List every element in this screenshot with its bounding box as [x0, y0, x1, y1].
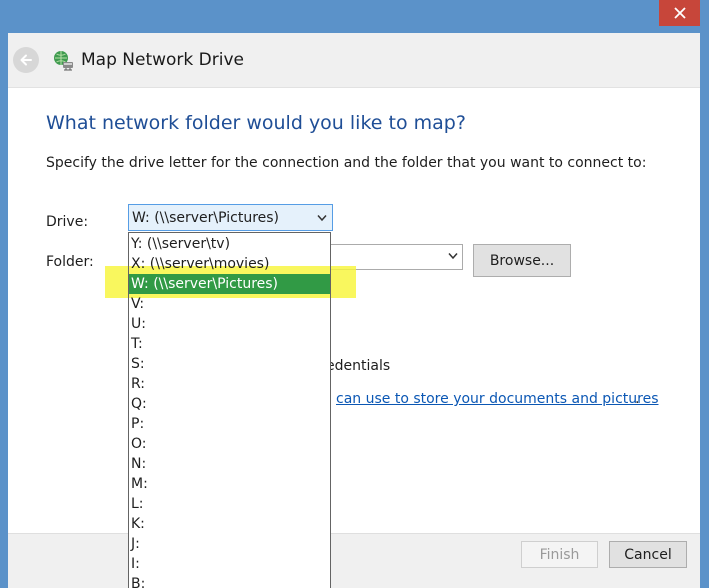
drive-option[interactable]: W: (\\server\Pictures) [129, 274, 330, 294]
drive-option[interactable]: S: [129, 354, 330, 374]
drive-option[interactable]: L: [129, 494, 330, 514]
drive-option[interactable]: P: [129, 414, 330, 434]
connect-credentials-label: edentials [326, 358, 391, 374]
folder-label: Folder: [46, 254, 94, 270]
drive-option[interactable]: N: [129, 454, 330, 474]
drive-select-value: W: (\\server\Pictures) [132, 209, 280, 226]
drive-option[interactable]: I: [129, 554, 330, 574]
drive-option[interactable]: B: [129, 574, 330, 588]
drive-option[interactable]: V: [129, 294, 330, 314]
drive-option[interactable]: M: [129, 474, 330, 494]
network-drive-icon [54, 51, 73, 71]
arrow-left-icon [20, 54, 32, 66]
drive-option[interactable]: R: [129, 374, 330, 394]
instructions-text: Specify the drive letter for the connect… [46, 155, 647, 171]
storage-link-period: . [635, 391, 640, 407]
window-frame-left [0, 88, 8, 588]
drive-option[interactable]: O: [129, 434, 330, 454]
browse-button[interactable]: Browse... [473, 244, 571, 277]
back-button[interactable] [13, 47, 39, 73]
drive-option[interactable]: K: [129, 514, 330, 534]
window-frame-right [700, 88, 709, 588]
storage-link[interactable]: can use to store your documents and pict… [336, 390, 659, 408]
chevron-down-icon[interactable] [448, 252, 458, 260]
close-button[interactable] [659, 0, 700, 26]
cancel-button[interactable]: Cancel [609, 541, 687, 568]
finish-button[interactable]: Finish [521, 541, 598, 568]
drive-label: Drive: [46, 214, 89, 230]
drive-dropdown-list[interactable]: Y: (\\server\tv) X: (\\server\movies) W: (… [128, 232, 331, 588]
drive-option[interactable]: X: (\\server\movies) [129, 254, 330, 274]
drive-select[interactable]: W: (\\server\Pictures) [128, 204, 333, 231]
drive-option[interactable]: U: [129, 314, 330, 334]
page-heading: What network folder would you like to ma… [46, 112, 466, 134]
drive-option[interactable]: T: [129, 334, 330, 354]
window-title: Map Network Drive [81, 50, 244, 70]
drive-option[interactable]: Y: (\\server\tv) [129, 234, 330, 254]
close-icon [673, 7, 686, 19]
chevron-down-icon[interactable] [317, 214, 327, 222]
drive-option[interactable]: J: [129, 534, 330, 554]
drive-option[interactable]: Q: [129, 394, 330, 414]
